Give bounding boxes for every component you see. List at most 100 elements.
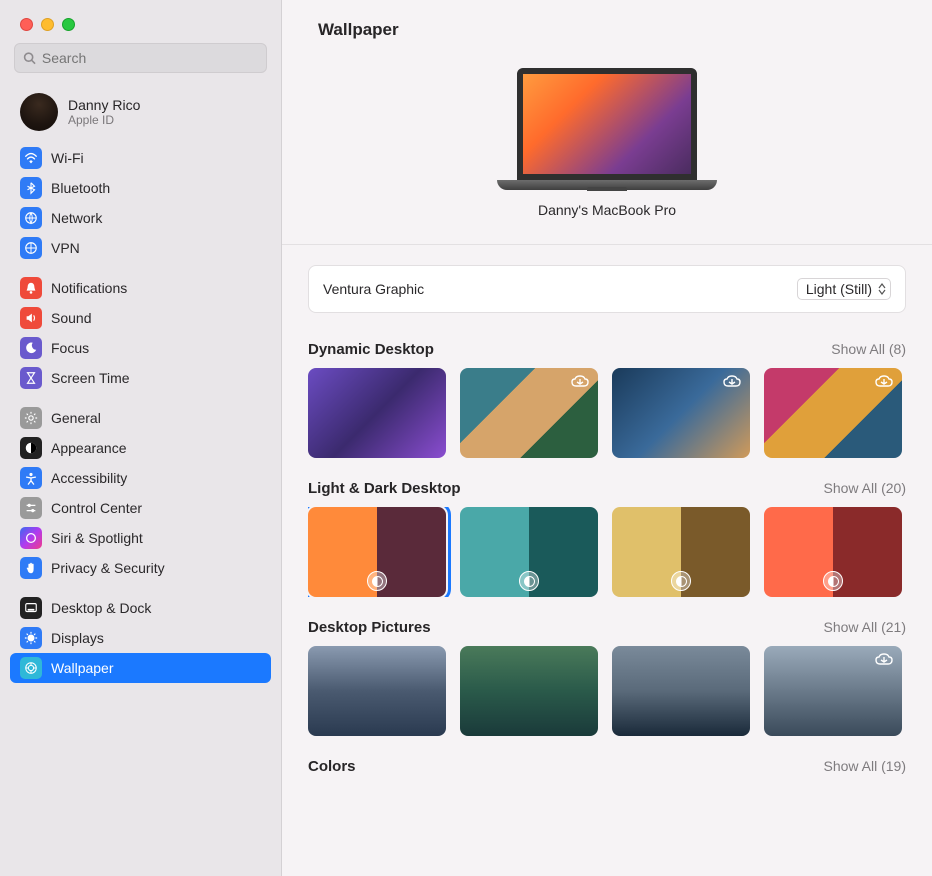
show-all-button[interactable]: Show All (8)	[831, 341, 906, 357]
sidebar-item-label: Siri & Spotlight	[51, 530, 143, 546]
section-title: Dynamic Desktop	[308, 341, 434, 358]
section-title: Colors	[308, 758, 356, 775]
sidebar-item-focus[interactable]: Focus	[10, 333, 271, 363]
siri-icon	[20, 527, 42, 549]
section-title: Desktop Pictures	[308, 619, 431, 636]
show-all-button[interactable]: Show All (21)	[824, 619, 906, 635]
network-icon	[20, 207, 42, 229]
sidebar-item-label: Wallpaper	[51, 660, 114, 676]
wallpaper-selector-row: Ventura Graphic Light (Still)	[308, 265, 906, 313]
gear-icon	[20, 407, 42, 429]
sidebar-item-displays[interactable]: Displays	[10, 623, 271, 653]
appearance-mode-popup[interactable]: Light (Still)	[797, 278, 891, 300]
sidebar-item-label: Desktop & Dock	[51, 600, 151, 616]
sidebar-item-label: General	[51, 410, 101, 426]
wallpaper-thumb[interactable]	[612, 646, 750, 736]
sidebar-item-privacy-security[interactable]: Privacy & Security	[10, 553, 271, 583]
wallpaper-thumb[interactable]	[612, 507, 750, 597]
sidebar-item-label: Appearance	[51, 440, 127, 456]
section-dynamic-desktop: Dynamic Desktop Show All (8)	[282, 333, 932, 472]
sidebar-item-label: Notifications	[51, 280, 127, 296]
sidebar-item-label: Privacy & Security	[51, 560, 165, 576]
page-title: Wallpaper	[282, 0, 932, 54]
light-dark-icon	[671, 571, 691, 591]
sidebar-item-accessibility[interactable]: Accessibility	[10, 463, 271, 493]
sidebar-item-vpn[interactable]: VPN	[10, 233, 271, 263]
cloud-download-icon	[874, 652, 894, 666]
minimize-window-button[interactable]	[41, 18, 54, 31]
sidebar-item-label: Screen Time	[51, 370, 130, 386]
sidebar: Danny Rico Apple ID Wi-Fi BluetoothNetwor…	[0, 0, 282, 876]
vpn-icon	[20, 237, 42, 259]
cloud-download-icon	[874, 374, 894, 388]
cloud-download-icon	[722, 374, 742, 388]
wallpaper-thumb[interactable]	[460, 507, 598, 597]
sidebar-item-notifications[interactable]: Notifications	[10, 273, 271, 303]
apple-id-row[interactable]: Danny Rico Apple ID	[0, 83, 281, 143]
moon-icon	[20, 337, 42, 359]
section-colors: Colors Show All (19)	[282, 750, 932, 799]
show-all-button[interactable]: Show All (20)	[824, 480, 906, 496]
wallpaper-thumb[interactable]	[308, 507, 446, 597]
controls-icon	[20, 497, 42, 519]
traffic-lights	[0, 0, 281, 43]
light-dark-icon	[367, 571, 387, 591]
user-subtitle: Apple ID	[68, 113, 140, 127]
search-icon	[23, 51, 36, 65]
sidebar-item-general[interactable]: General	[10, 403, 271, 433]
wallpaper-thumb[interactable]	[460, 368, 598, 458]
sidebar-list: Wi-Fi BluetoothNetwork VPN Notifications Sou…	[0, 143, 281, 876]
wifi-icon	[20, 147, 42, 169]
sidebar-item-label: Displays	[51, 630, 104, 646]
sidebar-item-screen-time[interactable]: Screen Time	[10, 363, 271, 393]
sidebar-item-desktop-dock[interactable]: Desktop & Dock	[10, 593, 271, 623]
avatar	[20, 93, 58, 131]
search-field[interactable]	[14, 43, 267, 73]
wallpaper-icon	[20, 657, 42, 679]
sidebar-item-wi-fi[interactable]: Wi-Fi	[10, 143, 271, 173]
section-light-dark-desktop: Light & Dark DesktopShow All (20)	[282, 472, 932, 611]
search-input[interactable]	[42, 50, 258, 66]
hand-icon	[20, 557, 42, 579]
wallpaper-thumb[interactable]	[460, 646, 598, 736]
sidebar-item-control-center[interactable]: Control Center	[10, 493, 271, 523]
wallpaper-thumb[interactable]	[308, 368, 446, 458]
device-name: Danny's MacBook Pro	[538, 202, 676, 218]
show-all-button[interactable]: Show All (19)	[824, 758, 906, 774]
sidebar-item-label: Focus	[51, 340, 89, 356]
zoom-window-button[interactable]	[62, 18, 75, 31]
sidebar-item-sound[interactable]: Sound	[10, 303, 271, 333]
sidebar-item-wallpaper[interactable]: Wallpaper	[10, 653, 271, 683]
sidebar-item-siri-spotlight[interactable]: Siri & Spotlight	[10, 523, 271, 553]
light-dark-icon	[519, 571, 539, 591]
light-dark-icon	[823, 571, 843, 591]
dock-icon	[20, 597, 42, 619]
sidebar-item-network[interactable]: Network	[10, 203, 271, 233]
sidebar-item-bluetooth[interactable]: Bluetooth	[10, 173, 271, 203]
close-window-button[interactable]	[20, 18, 33, 31]
chevron-updown-icon	[878, 283, 886, 295]
section-desktop-pictures: Desktop Pictures Show All (21)	[282, 611, 932, 750]
wallpaper-thumb[interactable]	[308, 646, 446, 736]
sound-icon	[20, 307, 42, 329]
preview-area: Danny's MacBook Pro	[282, 54, 932, 245]
sidebar-item-label: Accessibility	[51, 470, 127, 486]
accessibility-icon	[20, 467, 42, 489]
sidebar-item-appearance[interactable]: Appearance	[10, 433, 271, 463]
sidebar-item-label: Sound	[51, 310, 91, 326]
wallpaper-thumb[interactable]	[612, 368, 750, 458]
appearance-mode-value: Light (Still)	[806, 281, 872, 297]
device-preview	[497, 68, 717, 190]
sidebar-item-label: Wi-Fi	[51, 150, 84, 166]
current-wallpaper-name: Ventura Graphic	[323, 281, 424, 297]
wallpaper-thumb[interactable]	[764, 507, 902, 597]
settings-window: Danny Rico Apple ID Wi-Fi BluetoothNetwor…	[0, 0, 932, 876]
appearance-icon	[20, 437, 42, 459]
wallpaper-thumb[interactable]	[764, 646, 902, 736]
bluetooth-icon	[20, 177, 42, 199]
main-pane: Wallpaper Danny's MacBook Pro Ventura Gr…	[282, 0, 932, 876]
sidebar-item-label: VPN	[51, 240, 80, 256]
user-name: Danny Rico	[68, 97, 140, 113]
wallpaper-thumb[interactable]	[764, 368, 902, 458]
hourglass-icon	[20, 367, 42, 389]
